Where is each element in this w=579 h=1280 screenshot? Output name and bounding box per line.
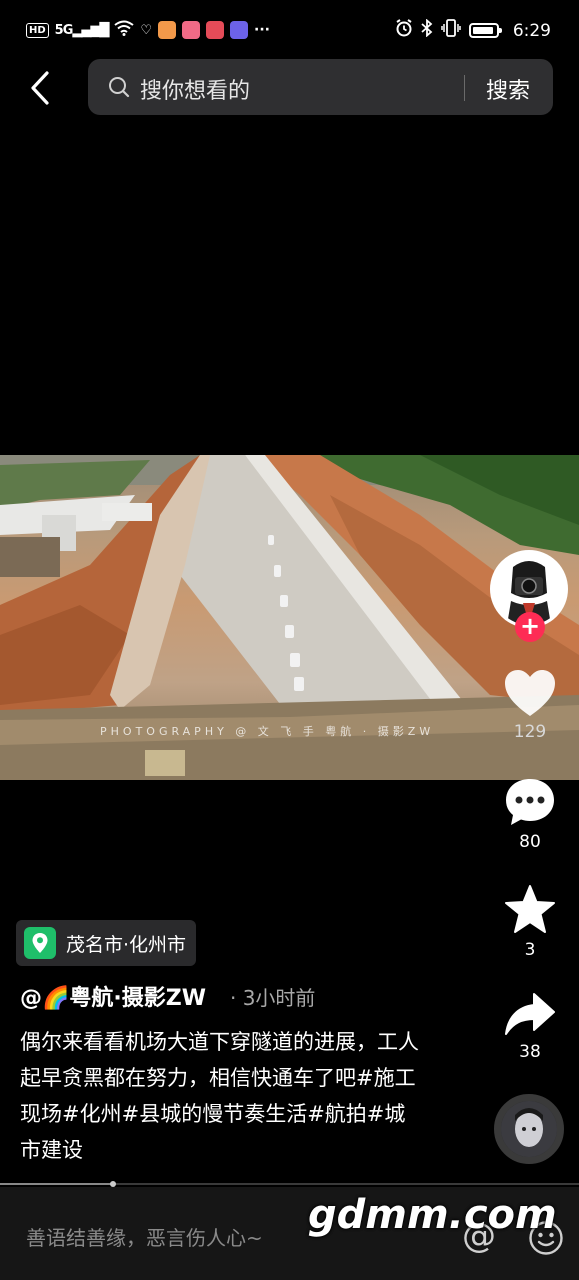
status-left: HD 5G▂▄▆█ ♡ ··· — [26, 20, 270, 40]
comment-button[interactable]: 80 — [490, 776, 570, 852]
more-icon: ··· — [254, 22, 271, 38]
app-icon-purple — [230, 21, 249, 39]
app-icon-pink — [182, 21, 201, 39]
favorite-count: 3 — [524, 940, 536, 960]
status-bar: HD 5G▂▄▆█ ♡ ··· 6:29 — [0, 0, 579, 64]
location-text: 茂名市·化州市 — [66, 933, 187, 956]
music-disc[interactable] — [494, 1094, 564, 1164]
comment-input[interactable]: 善语结善缘，恶言伤人心~ — [26, 1222, 263, 1251]
search-input[interactable]: 搜你想看的 — [140, 73, 250, 105]
post-time: · 3小时前 — [229, 986, 316, 1010]
signal-label: 5G — [54, 22, 74, 38]
share-button[interactable]: 38 — [490, 992, 570, 1062]
comment-icon — [506, 779, 554, 825]
site-watermark: gdmm.com — [308, 1192, 557, 1238]
hd-icon: HD — [26, 22, 49, 38]
share-count: 38 — [519, 1042, 541, 1062]
share-arrow-icon — [505, 993, 555, 1035]
alarm-icon — [395, 19, 413, 42]
status-right: 6:29 — [395, 18, 551, 42]
author-name[interactable]: @🌈粤航·摄影ZW — [20, 980, 206, 1012]
vibrate-icon — [441, 19, 461, 42]
status-time: 6:29 — [512, 20, 551, 41]
video-caption[interactable]: 偶尔来看看机场大道下穿隧道的进展，工人起早贪黑都在努力，相信快通车了吧#施工现场… — [20, 1024, 420, 1168]
progress-fill — [0, 1183, 113, 1185]
search-button[interactable]: 搜索 — [486, 73, 530, 105]
app-icon-red — [206, 21, 225, 39]
author-row: @🌈粤航·摄影ZW · 3小时前 — [20, 980, 315, 1012]
battery-icon — [468, 23, 502, 38]
favorite-button[interactable]: 3 — [490, 884, 570, 960]
like-count: 129 — [513, 722, 547, 742]
signal-icon: 5G▂▄▆█ — [54, 22, 110, 38]
video-watermark: PHOTOGRAPHY @ 文 飞 手 粤航 · 摄影ZW — [100, 725, 435, 738]
star-icon — [505, 885, 555, 933]
back-button[interactable] — [22, 66, 62, 110]
location-tag[interactable]: 茂名市·化州市 — [16, 920, 197, 966]
music-cover-image — [501, 1101, 557, 1157]
hearts-app-icon: ♡ — [140, 22, 153, 38]
location-pin-icon — [24, 927, 56, 959]
search-bar[interactable]: 搜你想看的 搜索 — [88, 59, 553, 115]
author-avatar-wrap[interactable]: + — [490, 550, 568, 642]
chevron-left-icon — [31, 71, 49, 105]
search-icon — [109, 77, 130, 98]
like-button[interactable]: 129 — [490, 668, 570, 742]
follow-button[interactable]: + — [515, 612, 545, 642]
app-icon-orange — [158, 21, 177, 39]
heart-icon — [505, 670, 555, 716]
search-divider — [464, 75, 465, 101]
video-progress-bar[interactable] — [0, 1181, 579, 1187]
comment-count: 80 — [519, 832, 541, 852]
bluetooth-icon — [421, 18, 433, 42]
wifi-icon — [114, 20, 135, 40]
